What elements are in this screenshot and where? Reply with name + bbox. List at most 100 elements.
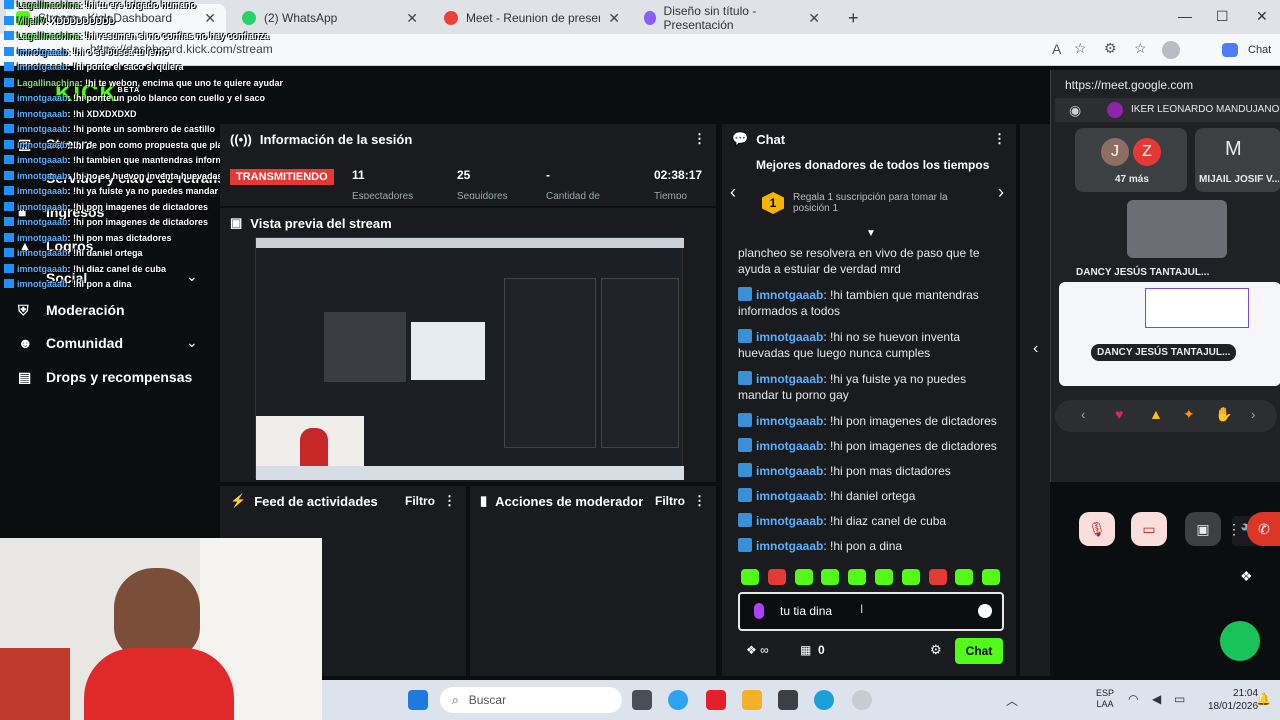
more-options-icon[interactable]: ⋮ <box>443 493 456 509</box>
next-donor-arrow[interactable]: › <box>998 182 1004 203</box>
obs-icon[interactable] <box>852 690 872 710</box>
leave-call-button[interactable]: ✆ <box>1247 512 1280 546</box>
chat-message[interactable]: imnotgaaab: !hi pon a dina <box>738 538 1008 554</box>
shared-screen-tile[interactable] <box>1059 282 1280 386</box>
windows-start-icon[interactable] <box>408 690 428 710</box>
chat-username[interactable]: imnotgaaab <box>756 372 823 386</box>
weather-icon[interactable] <box>668 690 688 710</box>
more-options-icon[interactable]: ⋮ <box>693 131 706 147</box>
headset-fab-button[interactable] <box>1220 621 1260 661</box>
emoji-icon[interactable] <box>978 604 992 618</box>
new-tab-button[interactable]: + <box>838 4 862 32</box>
participant-video-tile[interactable] <box>1127 200 1227 258</box>
more-options-icon[interactable]: ⋮ <box>693 493 706 509</box>
minimize-icon[interactable]: — <box>1178 8 1192 24</box>
chat-message[interactable]: imnotgaaab: !hi no se huevon inventa hue… <box>738 329 1008 361</box>
chat-username[interactable]: imnotgaaab <box>756 439 823 453</box>
emote-icon[interactable] <box>741 569 759 585</box>
tray-chevron-icon[interactable]: ︿ <box>1006 692 1018 709</box>
chat-username[interactable]: imnotgaaab <box>756 288 823 302</box>
close-tab-icon[interactable]: ✕ <box>406 10 418 27</box>
favorite-star-icon[interactable]: ☆ <box>1074 40 1087 57</box>
emote-icon[interactable] <box>794 569 813 585</box>
chevron-down-icon[interactable]: ⌄ <box>186 268 198 285</box>
sidebar-item-comunidad[interactable]: ☻ Comunidad <box>18 335 123 351</box>
chat-message[interactable]: imnotgaaab: !hi daniel ortega <box>738 488 1008 504</box>
eye-icon[interactable]: ◉ <box>1069 102 1081 119</box>
mute-mic-button[interactable]: 🎙 <box>1079 512 1115 546</box>
maximize-icon[interactable]: ☐ <box>1216 8 1229 25</box>
task-view-icon[interactable] <box>632 690 652 710</box>
party-reaction-icon[interactable]: ✦ <box>1183 406 1195 423</box>
close-tab-icon[interactable]: ✕ <box>204 10 216 27</box>
channel-points-icon[interactable]: ❖ ∞ <box>746 643 769 657</box>
chat-username[interactable]: imnotgaaab <box>756 539 823 553</box>
chat-message[interactable]: imnotgaaab: !hi diaz canel de cuba <box>738 513 1008 529</box>
thumbs-up-reaction-icon[interactable]: ▲ <box>1149 406 1163 422</box>
chat-input[interactable]: tu tia dina <box>780 604 832 618</box>
battery-icon[interactable]: ▭ <box>1174 692 1185 706</box>
file-explorer-icon[interactable] <box>742 690 762 710</box>
chat-message[interactable]: imnotgaaab: !hi pon mas dictadores <box>738 463 1008 479</box>
more-options-icon[interactable]: ⋮ <box>993 131 1006 147</box>
prev-donor-arrow[interactable]: ‹ <box>730 182 736 203</box>
app-icon[interactable] <box>706 690 726 710</box>
chat-message[interactable]: imnotgaaab: !hi ya fuiste ya no puedes m… <box>738 371 1008 403</box>
filter-button[interactable]: Filtro <box>655 494 685 508</box>
emote-icon[interactable] <box>928 569 947 585</box>
notifications-icon[interactable]: 🔔 <box>1256 692 1271 706</box>
wifi-icon[interactable]: ◠ <box>1128 692 1138 706</box>
filter-button[interactable]: Filtro <box>405 494 435 508</box>
more-options-icon[interactable]: ⋮ <box>1227 512 1241 546</box>
emote-icon[interactable] <box>901 569 920 585</box>
language-indicator[interactable]: ESP LAA <box>1096 688 1114 710</box>
copilot-label[interactable]: Chat <box>1248 44 1271 56</box>
microphone-icon[interactable] <box>754 603 764 619</box>
chevron-down-icon[interactable]: ⌄ <box>186 334 198 351</box>
emote-icon[interactable] <box>955 569 974 585</box>
reactions-prev-arrow[interactable]: ‹ <box>1081 407 1085 422</box>
participant-tile-mijail[interactable]: M MIJAIL JOSIF V... <box>1195 128 1280 192</box>
send-chat-button[interactable]: Chat <box>955 638 1003 664</box>
settings-gear-icon[interactable]: ⚙ <box>930 642 942 658</box>
nodes-icon[interactable]: ❖ <box>1240 568 1253 585</box>
camera-off-button[interactable]: ▭ <box>1131 512 1167 546</box>
pin-icon[interactable]: ▼ <box>866 228 876 239</box>
sidebar-item-moderacion[interactable]: ⛨ Moderación <box>18 302 125 318</box>
emote-icon[interactable] <box>875 569 893 585</box>
extensions-icon[interactable]: ⚙ <box>1104 40 1117 57</box>
emote-icon[interactable] <box>767 569 786 585</box>
close-tab-icon[interactable]: ✕ <box>608 10 620 27</box>
emote-icon[interactable] <box>982 569 1001 585</box>
chat-username[interactable]: imnotgaaab <box>756 464 823 478</box>
store-app-icon[interactable] <box>778 690 798 710</box>
profile-avatar[interactable] <box>1162 41 1180 59</box>
copilot-icon[interactable] <box>1222 43 1238 57</box>
chat-username[interactable]: imnotgaaab <box>756 489 823 503</box>
taskbar-search[interactable]: ⌕ Buscar <box>440 687 622 713</box>
emote-icon[interactable] <box>848 569 867 585</box>
chat-message[interactable]: imnotgaaab: !hi pon imagenes de dictador… <box>738 438 1008 454</box>
chat-username[interactable]: imnotgaaab <box>756 414 823 428</box>
chat-message[interactable]: imnotgaaab: !hi pon imagenes de dictador… <box>738 413 1008 429</box>
chat-input-box[interactable]: tu tia dina I <box>738 592 1004 631</box>
reactions-next-arrow[interactable]: › <box>1251 407 1255 422</box>
heart-reaction-icon[interactable]: ♥ <box>1115 406 1123 422</box>
tab-whatsapp[interactable]: (2) WhatsApp ✕ <box>232 4 428 32</box>
read-aloud-icon[interactable]: A <box>1052 41 1061 57</box>
favorites-icon[interactable]: ☆ <box>1134 40 1147 57</box>
store-icon[interactable]: ▦ <box>800 643 811 657</box>
clock[interactable]: 21:04 18/01/2026 <box>1208 687 1258 713</box>
clap-reaction-icon[interactable]: ✋ <box>1215 406 1232 423</box>
edge-icon[interactable] <box>814 690 834 710</box>
present-screen-button[interactable]: ▣ <box>1185 512 1221 546</box>
tab-meet[interactable]: Meet - Reunion de presentaci ✕ <box>434 4 630 32</box>
chat-username[interactable]: imnotgaaab <box>756 514 823 528</box>
volume-icon[interactable]: ◀ <box>1152 692 1161 706</box>
chat-message[interactable]: imnotgaaab: !hi tambien que mantendras i… <box>738 287 1008 319</box>
emote-icon[interactable] <box>821 569 840 585</box>
close-tab-icon[interactable]: ✕ <box>808 10 820 27</box>
close-window-icon[interactable]: ✕ <box>1256 8 1268 25</box>
expand-left-arrow[interactable]: ‹ <box>1033 340 1038 358</box>
stream-preview-video[interactable] <box>255 237 684 480</box>
